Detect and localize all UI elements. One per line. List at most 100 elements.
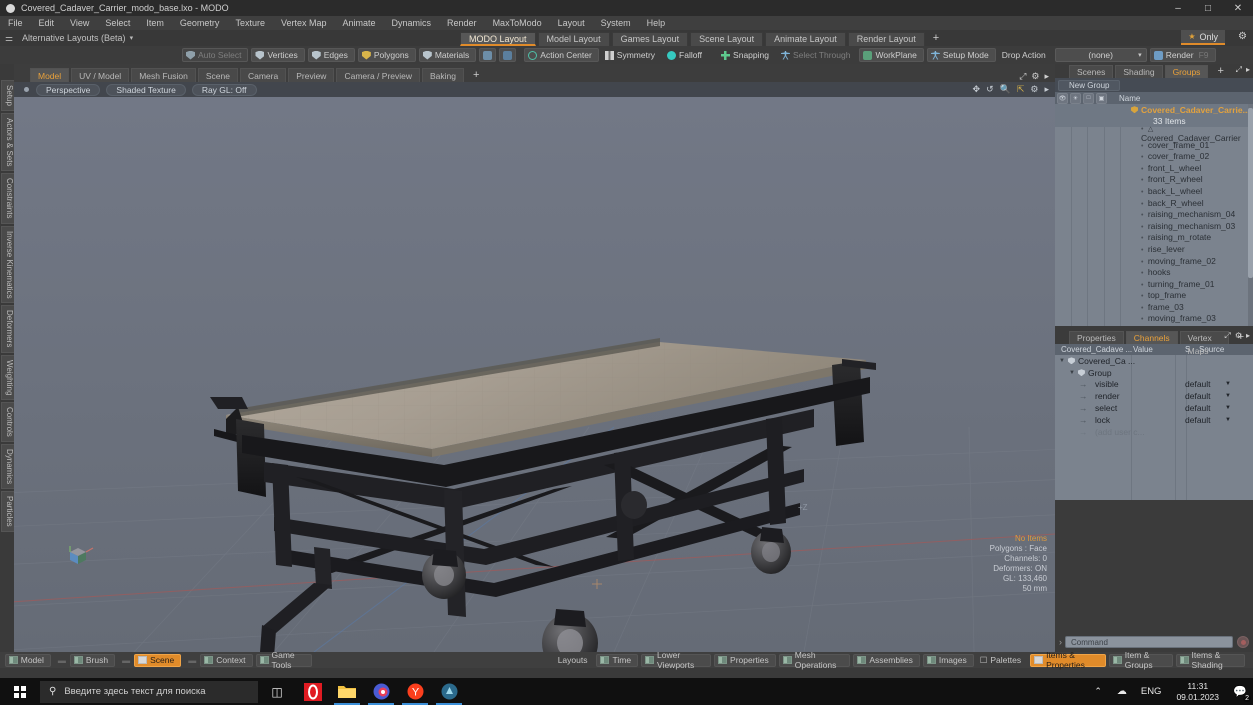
tree-row-item[interactable]: • tray bbox=[1055, 324, 1253, 326]
windows-start-icon[interactable] bbox=[0, 678, 40, 705]
vtab-dynamics[interactable]: Dynamics bbox=[1, 444, 14, 490]
tab-properties[interactable]: Properties bbox=[1069, 331, 1124, 344]
channels-list[interactable]: ▼ Covered_Ca ... ▼ Group → visible defau… bbox=[1055, 355, 1253, 500]
setup-mode-button[interactable]: Setup Mode bbox=[926, 48, 996, 62]
menu-texture[interactable]: Texture bbox=[227, 16, 273, 30]
taskbar-app-yandex[interactable]: Y bbox=[398, 678, 432, 705]
tab-camera[interactable]: Camera bbox=[239, 68, 287, 82]
expand-icon[interactable]: • bbox=[1141, 166, 1143, 173]
tab-model-layout[interactable]: Model Layout bbox=[537, 32, 610, 46]
notifications-icon[interactable]: 💬 2 bbox=[1227, 678, 1253, 705]
expand-icon[interactable]: • bbox=[1141, 270, 1143, 277]
taskbar-app-opera[interactable] bbox=[296, 678, 330, 705]
menu-edit[interactable]: Edit bbox=[31, 16, 63, 30]
expand-icon[interactable]: • bbox=[1141, 126, 1143, 133]
expand-icon[interactable]: • bbox=[1141, 189, 1143, 196]
menu-view[interactable]: View bbox=[62, 16, 97, 30]
status-items-shading-button[interactable]: Items & Shading bbox=[1175, 650, 1246, 670]
tree-row-item[interactable]: • cover_frame_02 bbox=[1055, 150, 1253, 162]
record-icon[interactable] bbox=[1237, 636, 1249, 648]
select-icon[interactable]: □ bbox=[1083, 92, 1094, 104]
expand-icon[interactable]: ⤢ bbox=[1019, 71, 1026, 82]
menu-maxtomodo[interactable]: MaxToModo bbox=[485, 16, 550, 30]
tab-baking[interactable]: Baking bbox=[422, 68, 465, 82]
tree-row-item[interactable]: • hooks bbox=[1055, 266, 1253, 278]
expand-icon[interactable]: • bbox=[1141, 247, 1143, 254]
gear-icon[interactable]: ⚙ bbox=[1030, 84, 1038, 95]
tree-row-item[interactable]: • △ Covered_Cadaver_Carrier bbox=[1055, 126, 1253, 143]
status-assemblies-button[interactable]: Assemblies bbox=[853, 653, 920, 667]
tab-groups[interactable]: Groups bbox=[1164, 65, 1209, 78]
menu-render[interactable]: Render bbox=[439, 16, 485, 30]
cloud-icon[interactable]: ☁ bbox=[1110, 686, 1134, 697]
expand-icon[interactable]: • bbox=[1141, 235, 1143, 242]
tree-row-item[interactable]: • rise_lever bbox=[1055, 243, 1253, 255]
workplane-button[interactable]: WorkPlane bbox=[859, 48, 924, 62]
axis-gizmo[interactable] bbox=[62, 534, 102, 574]
tree-row-item[interactable]: • turning_frame_01 bbox=[1055, 278, 1253, 290]
tab-vertex-maps[interactable]: Vertex Maps bbox=[1179, 331, 1229, 356]
expand-icon[interactable]: • bbox=[1141, 201, 1143, 208]
tab-uv-model[interactable]: UV / Model bbox=[71, 68, 130, 82]
channel-value-select[interactable]: default ▼ bbox=[1185, 379, 1231, 389]
expand-icon[interactable]: • bbox=[1141, 177, 1143, 184]
tab-games-layout[interactable]: Games Layout bbox=[611, 32, 689, 46]
command-input[interactable]: Command bbox=[1065, 636, 1233, 648]
expand-icon[interactable]: • bbox=[1141, 154, 1143, 161]
alternative-layouts-label[interactable]: Alternative Layouts (Beta) bbox=[18, 33, 126, 43]
vtab-actors-sets[interactable]: Actors & Sets bbox=[1, 112, 14, 172]
vtab-weighting[interactable]: Weighting bbox=[1, 354, 14, 401]
vertices-button[interactable]: Vertices bbox=[251, 48, 305, 62]
expand-icon[interactable]: • bbox=[1141, 143, 1143, 150]
tree-scrollbar[interactable] bbox=[1248, 104, 1253, 326]
tree-row-item[interactable]: • back_L_wheel bbox=[1055, 185, 1253, 197]
fit-icon[interactable]: ⇱ bbox=[1017, 84, 1025, 95]
vtab-setup[interactable]: Setup bbox=[1, 80, 14, 111]
channel-value-select[interactable]: default ▼ bbox=[1185, 403, 1231, 413]
chevron-right-icon[interactable]: ▸ bbox=[1044, 84, 1049, 95]
drop-action-select[interactable]: (none) ▾ bbox=[1054, 48, 1147, 62]
channels-row[interactable]: → render default ▼ bbox=[1055, 390, 1253, 402]
taskbar-app-browser[interactable] bbox=[364, 678, 398, 705]
chevron-down-icon[interactable]: ▾ bbox=[130, 34, 134, 42]
rotate-icon[interactable]: ↺ bbox=[986, 84, 994, 95]
viewport-projection-select[interactable]: Perspective bbox=[36, 83, 101, 96]
tree-row-item[interactable]: • moving_frame_02 bbox=[1055, 255, 1253, 267]
channels-row[interactable]: → visible default ▼ bbox=[1055, 379, 1253, 391]
vtab-particles[interactable]: Particles bbox=[1, 491, 14, 532]
chevron-right-icon[interactable]: › bbox=[1059, 637, 1062, 647]
tab-camera-preview[interactable]: Camera / Preview bbox=[336, 68, 421, 82]
add-layout-button[interactable]: + bbox=[927, 32, 945, 46]
tab-mesh-fusion[interactable]: Mesh Fusion bbox=[131, 68, 196, 82]
expand-icon[interactable]: ⤢ bbox=[1236, 65, 1242, 75]
status-layouts-button[interactable]: Layouts bbox=[555, 654, 594, 667]
menu-layout[interactable]: Layout bbox=[550, 16, 593, 30]
add-viewport-tab-button[interactable]: + bbox=[466, 68, 486, 82]
tab-animate-layout[interactable]: Animate Layout bbox=[765, 32, 846, 46]
3d-viewport[interactable]: +Z No Items Polygons : Face Channels: 0 … bbox=[14, 97, 1055, 652]
expand-icon[interactable]: • bbox=[1141, 305, 1143, 312]
menu-item[interactable]: Item bbox=[138, 16, 172, 30]
tree-row-item[interactable]: • front_L_wheel bbox=[1055, 162, 1253, 174]
tab-model[interactable]: Model bbox=[30, 68, 70, 82]
vtab-controls[interactable]: Controls bbox=[1, 402, 14, 443]
status-properties-button[interactable]: Properties bbox=[714, 653, 776, 667]
menu-dynamics[interactable]: Dynamics bbox=[384, 16, 440, 30]
tree-row-item[interactable]: • top_frame bbox=[1055, 290, 1253, 302]
channels-row[interactable]: → select default ▼ bbox=[1055, 402, 1253, 414]
tab-preview[interactable]: Preview bbox=[288, 68, 335, 82]
close-button[interactable]: ✕ bbox=[1223, 0, 1253, 16]
groups-tree[interactable]: Covered_Cadaver_Carrie... 33 Items • △ C… bbox=[1055, 104, 1253, 326]
expand-icon[interactable]: ▼ bbox=[1059, 358, 1065, 364]
viewport-menu-icon[interactable] bbox=[24, 87, 29, 92]
tab-shading[interactable]: Shading bbox=[1115, 65, 1163, 78]
new-group-button[interactable]: New Group bbox=[1058, 79, 1121, 91]
uv-toggle-button[interactable] bbox=[479, 48, 497, 62]
vtab-inverse-kinematics[interactable]: Inverse Kinematics bbox=[1, 225, 14, 304]
eye-icon[interactable]: 👁 bbox=[1057, 92, 1068, 104]
minimize-button[interactable]: – bbox=[1163, 0, 1193, 16]
expand-icon[interactable]: ⤢ bbox=[1224, 331, 1230, 341]
snapping-button[interactable]: Snapping bbox=[718, 48, 775, 62]
expand-icon[interactable]: • bbox=[1141, 316, 1143, 323]
channels-row[interactable]: → lock default ▼ bbox=[1055, 414, 1253, 426]
